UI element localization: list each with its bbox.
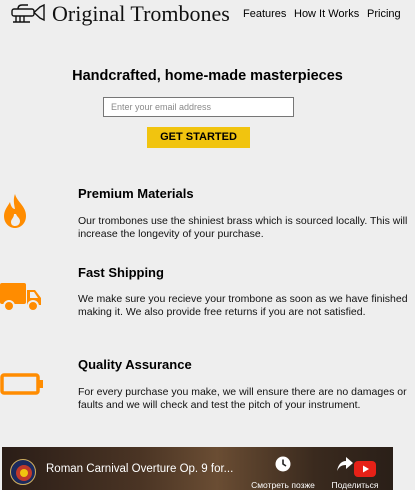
channel-avatar[interactable] bbox=[10, 459, 36, 485]
brand-name: Original Trombones bbox=[52, 1, 230, 26]
battery-icon bbox=[0, 373, 43, 395]
nav-link-pricing[interactable]: Pricing bbox=[367, 8, 401, 20]
feature-title-quality-assurance: Quality Assurance bbox=[78, 357, 192, 372]
feature-description-quality-assurance: For every purchase you make, we will ens… bbox=[78, 386, 407, 411]
trombone-logo-icon[interactable] bbox=[10, 3, 46, 25]
clock-icon bbox=[275, 456, 291, 472]
youtube-play-icon[interactable] bbox=[354, 461, 376, 477]
nav-link-features[interactable]: Features bbox=[243, 8, 286, 20]
get-started-button[interactable]: GET STARTED bbox=[147, 127, 250, 148]
share-arrow-icon bbox=[337, 457, 354, 471]
watch-later-label: Смотреть позже bbox=[251, 480, 315, 490]
video-embed[interactable]: Roman Carnival Overture Op. 9 for... Смо… bbox=[2, 447, 393, 490]
truck-icon bbox=[0, 283, 41, 312]
video-title[interactable]: Roman Carnival Overture Op. 9 for... bbox=[46, 463, 233, 475]
hero-title: Handcrafted, home-made masterpieces bbox=[72, 68, 343, 84]
nav-link-how-it-works[interactable]: How It Works bbox=[294, 8, 359, 20]
header: Original Trombones Features How It Works… bbox=[0, 0, 415, 30]
feature-title-premium-materials: Premium Materials bbox=[78, 186, 194, 201]
watch-later-button[interactable]: Смотреть позже bbox=[245, 456, 321, 490]
flame-icon bbox=[4, 194, 26, 228]
email-input[interactable] bbox=[103, 97, 294, 117]
feature-description-fast-shipping: We make sure you recieve your trombone a… bbox=[78, 293, 408, 318]
feature-title-fast-shipping: Fast Shipping bbox=[78, 265, 164, 280]
feature-description-premium-materials: Our trombones use the shiniest brass whi… bbox=[78, 215, 408, 240]
channel-emblem-icon bbox=[16, 465, 32, 481]
share-label: Поделиться bbox=[331, 480, 379, 490]
